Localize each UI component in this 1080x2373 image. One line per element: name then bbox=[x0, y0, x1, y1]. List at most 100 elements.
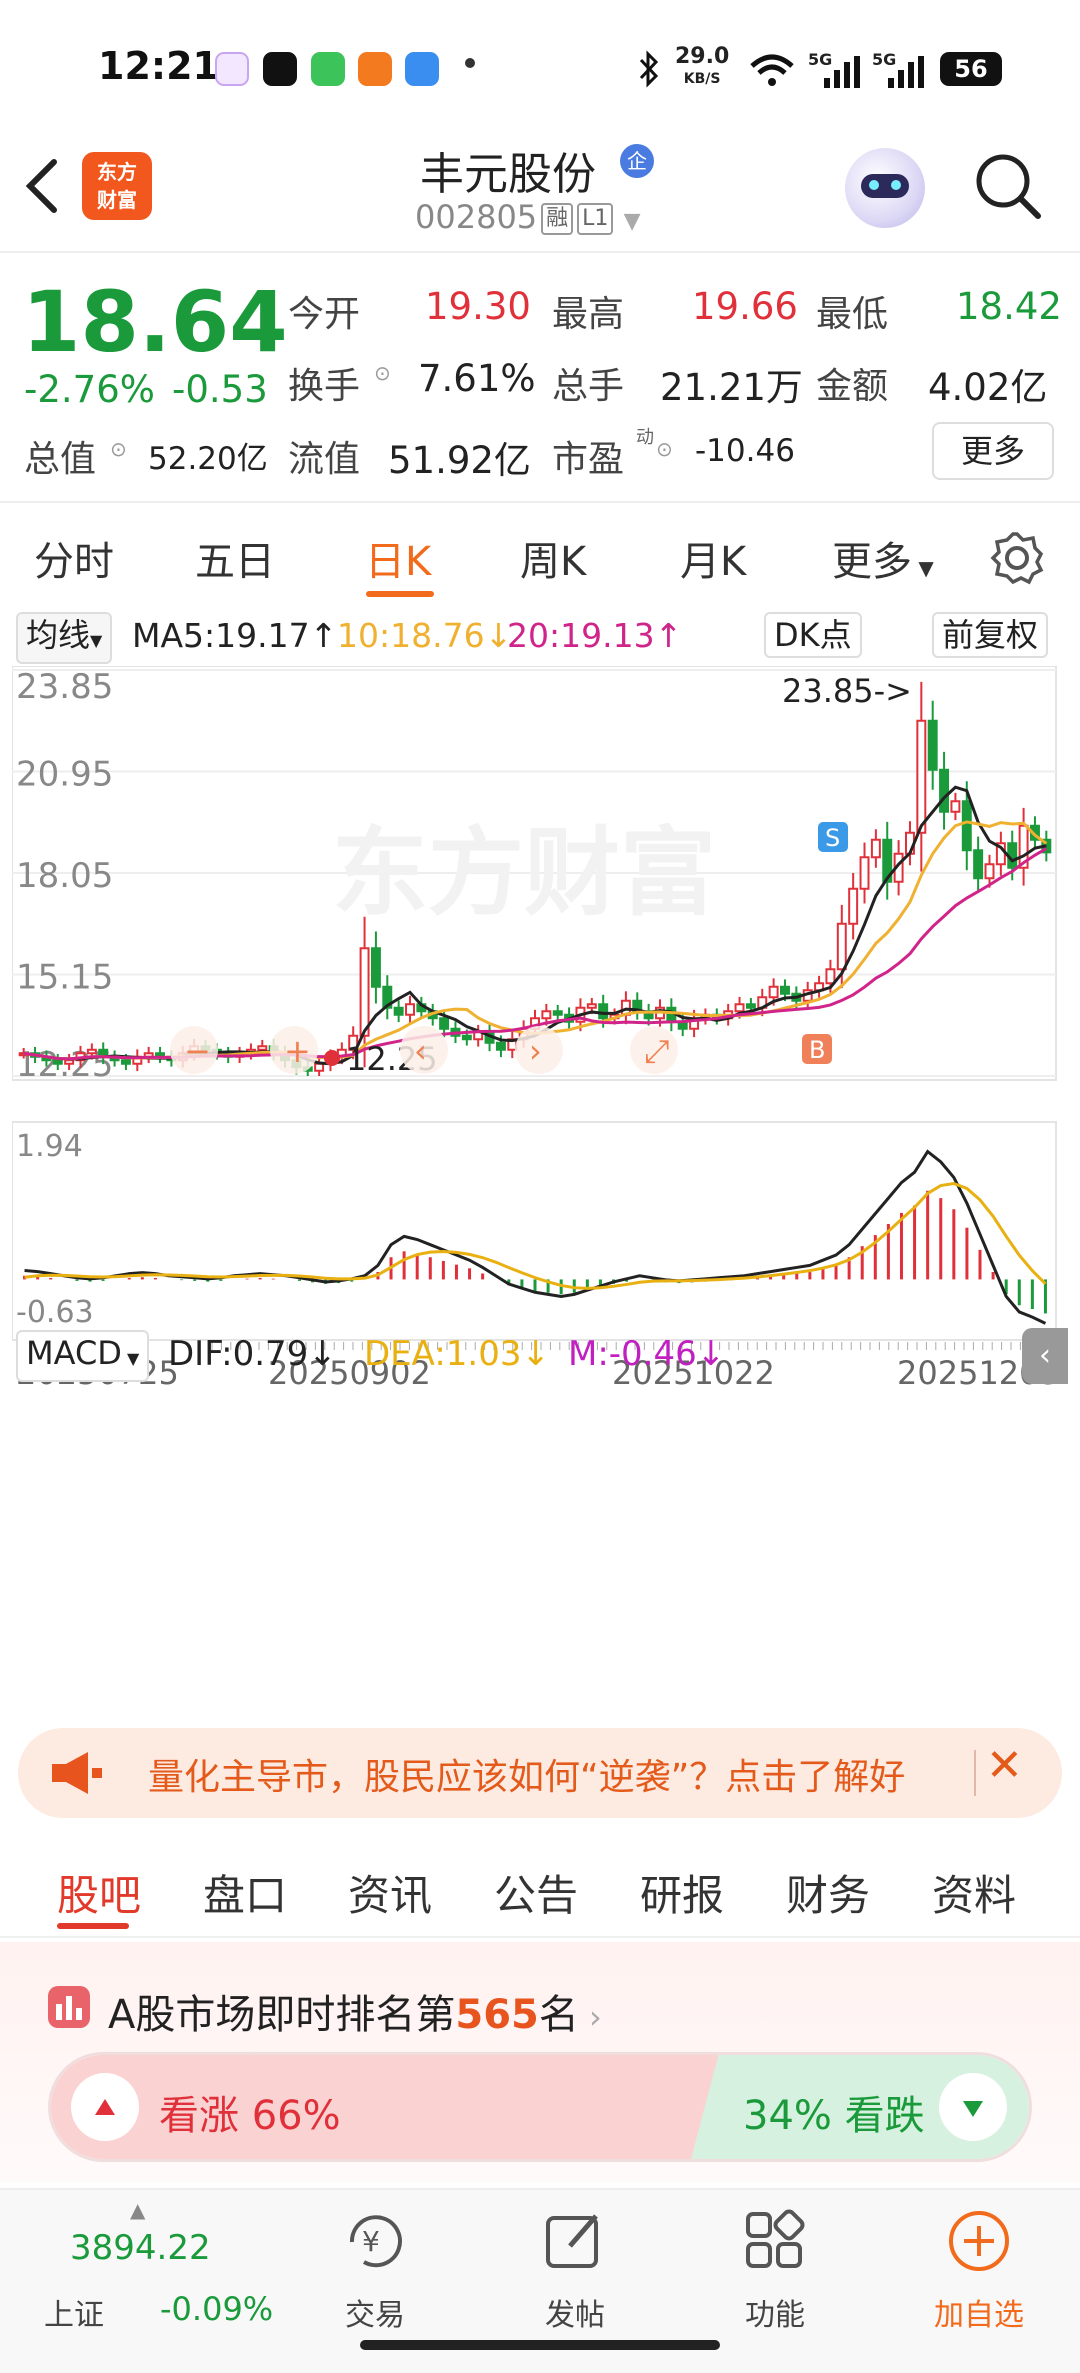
tab-research[interactable]: 研报 bbox=[640, 1862, 724, 1923]
tab-news[interactable]: 资讯 bbox=[348, 1862, 432, 1923]
period-tabs: 分时 五日 日K 周K 月K 更多 ▼ bbox=[0, 505, 1080, 610]
trade-icon[interactable]: ¥ bbox=[340, 2206, 410, 2276]
stock-header: 东方 财富 丰元股份 企 002805 融 L1 ▼ bbox=[0, 130, 1080, 253]
enterprise-badge: 企 bbox=[620, 144, 654, 178]
tab-more[interactable]: 更多 ▼ bbox=[832, 529, 934, 587]
app-icon bbox=[405, 52, 439, 86]
compose-post-icon[interactable] bbox=[540, 2206, 610, 2276]
margin-tag: 融 bbox=[541, 203, 574, 235]
high-label: 最高 bbox=[552, 294, 625, 335]
collapse-panel-button[interactable]: ‹ bbox=[1022, 1328, 1068, 1384]
macd-tick-label: -0.63 bbox=[16, 1295, 94, 1330]
wifi-icon bbox=[750, 54, 794, 86]
float-cap-value: 51.92亿 bbox=[388, 439, 531, 482]
tab-announcements[interactable]: 公告 bbox=[494, 1862, 578, 1923]
add-watchlist-icon[interactable] bbox=[944, 2206, 1014, 2276]
tab-intraday[interactable]: 分时 bbox=[34, 529, 114, 587]
ma20-label: 20:19.13↑ bbox=[507, 616, 683, 655]
chevron-up-icon[interactable]: ▲ bbox=[130, 2198, 145, 2222]
candle-body bbox=[52, 1059, 63, 1065]
high-value: 19.66 bbox=[692, 285, 798, 328]
robot-assistant-icon[interactable] bbox=[845, 148, 925, 228]
candle-body bbox=[848, 887, 859, 925]
macd-tick-label: 1.94 bbox=[16, 1129, 83, 1164]
low-marker-dot bbox=[324, 1050, 340, 1066]
bull-label: 看涨 66% bbox=[159, 2093, 341, 2139]
nav-trade[interactable]: 交易 bbox=[315, 2290, 435, 2334]
candle-body bbox=[939, 768, 950, 813]
rank-number: 565 bbox=[455, 1992, 539, 2038]
bullish-button[interactable] bbox=[71, 2073, 139, 2141]
volume-label: 总手 bbox=[552, 366, 625, 407]
more-button[interactable]: 更多 bbox=[932, 422, 1054, 480]
search-icon[interactable] bbox=[972, 150, 1044, 222]
macd-selector[interactable]: MACD ▼ bbox=[16, 1330, 150, 1382]
back-icon[interactable] bbox=[22, 156, 62, 216]
active-tab-indicator bbox=[366, 591, 434, 597]
chart-control-icon: + bbox=[284, 1032, 311, 1070]
nav-add-watchlist[interactable]: 加自选 bbox=[919, 2290, 1039, 2334]
tab-monthly-k[interactable]: 月K bbox=[680, 529, 746, 587]
nav-post[interactable]: 发帖 bbox=[515, 2290, 635, 2334]
dk-point-selector[interactable]: DK点 bbox=[764, 612, 862, 658]
rank-title[interactable]: A股市场即时排名第565名 › bbox=[108, 1982, 602, 2040]
home-indicator bbox=[360, 2340, 720, 2350]
chart-control-icon: ⤢ bbox=[644, 1032, 670, 1070]
candle-body bbox=[927, 719, 938, 771]
app-icon bbox=[358, 52, 392, 86]
kline-svg[interactable]: 23.8520.9518.0515.1512.25东方财富23.85->12.2… bbox=[12, 666, 1068, 1716]
close-icon[interactable]: ✕ bbox=[986, 1740, 1023, 1791]
candle-body bbox=[314, 1062, 325, 1072]
kline-chart-area[interactable]: 均线▼ MA5:19.17↑ 10:18.76↓ 20:19.13↑ DK点 前… bbox=[12, 610, 1068, 1710]
market-cap-label: 总值 bbox=[24, 439, 97, 480]
adjust-selector[interactable]: 前复权 bbox=[932, 612, 1049, 658]
dea-label: DEA:1.03↓ bbox=[364, 1334, 550, 1374]
app-icon bbox=[215, 52, 249, 86]
bearish-button[interactable] bbox=[939, 2073, 1007, 2141]
status-bar: 12:21 29.0 KB/S 5G 5G 56 bbox=[0, 0, 1080, 130]
candle-body bbox=[870, 838, 881, 859]
battery-icon: 56 bbox=[940, 52, 1002, 86]
turnover-label: 换手 bbox=[288, 366, 361, 407]
index-change: -0.09% bbox=[160, 2290, 274, 2328]
index-name: 上证 bbox=[44, 2298, 104, 2333]
tab-financials[interactable]: 财务 bbox=[786, 1862, 870, 1923]
info-icon[interactable]: ⊙ bbox=[374, 361, 391, 385]
candle-body bbox=[393, 1006, 404, 1016]
tab-forum[interactable]: 股吧 bbox=[57, 1862, 141, 1923]
tab-five-day[interactable]: 五日 bbox=[195, 529, 275, 587]
open-label: 今开 bbox=[288, 294, 361, 335]
functions-grid-icon[interactable] bbox=[740, 2206, 810, 2276]
stock-code-row[interactable]: 002805 融 L1 ▼ bbox=[415, 198, 641, 236]
chart-control-icon: ‹ bbox=[414, 1032, 427, 1070]
chevron-right-icon: › bbox=[578, 1998, 602, 2036]
level-tag: L1 bbox=[577, 203, 614, 235]
gear-icon[interactable] bbox=[990, 531, 1044, 585]
ma-selector[interactable]: 均线▼ bbox=[16, 612, 113, 664]
tab-weekly-k[interactable]: 周K bbox=[520, 529, 586, 587]
pe-dynamic-sup: 动 bbox=[636, 427, 654, 448]
candle-body bbox=[780, 985, 790, 995]
candle-body bbox=[439, 1017, 450, 1030]
candle-body bbox=[64, 1059, 75, 1065]
chart-control-icon: − bbox=[184, 1032, 211, 1070]
dif-label: DIF:0.79↓ bbox=[168, 1334, 337, 1374]
tab-orderbook[interactable]: 盘口 bbox=[203, 1862, 287, 1923]
stock-code: 002805 bbox=[415, 198, 538, 236]
banner-text: 量化主导市，股民应该如何“逆袭”？点击了解好 bbox=[148, 1757, 906, 1798]
info-icon[interactable]: ⊙ bbox=[110, 437, 127, 461]
candle-body bbox=[552, 1010, 563, 1016]
tab-daily-k[interactable]: 日K bbox=[365, 529, 431, 587]
info-icon[interactable]: ⊙ bbox=[656, 437, 673, 461]
candle-body bbox=[836, 922, 847, 971]
dif-line bbox=[24, 1149, 1047, 1325]
candle-body bbox=[257, 1045, 268, 1051]
index-value[interactable]: 3894.22 bbox=[70, 2228, 211, 2268]
promo-banner[interactable]: 量化主导市，股民应该如何“逆袭”？点击了解好 ✕ bbox=[18, 1728, 1062, 1818]
nav-functions[interactable]: 功能 bbox=[715, 2290, 835, 2334]
amount-label: 金额 bbox=[816, 366, 889, 407]
candle-body bbox=[950, 800, 961, 813]
tab-profile[interactable]: 资料 bbox=[932, 1862, 1016, 1923]
eastmoney-logo[interactable]: 东方 财富 bbox=[82, 152, 152, 220]
bull-segment bbox=[51, 2055, 741, 2159]
